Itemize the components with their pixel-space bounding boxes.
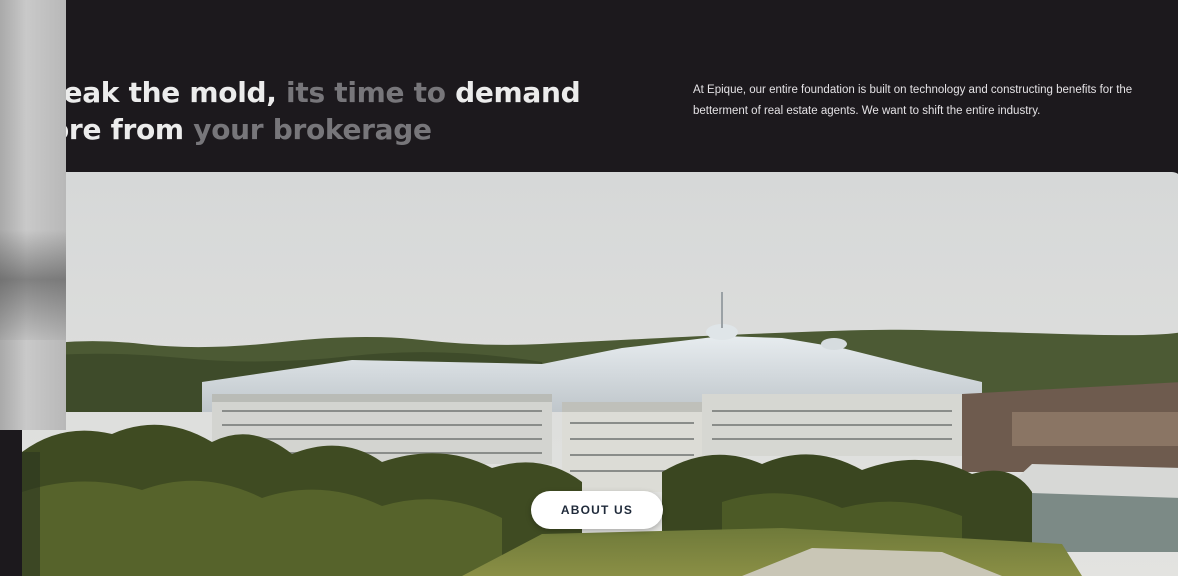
side-overlay-panel	[0, 0, 66, 430]
headline-segment: demand	[455, 76, 581, 109]
hero-headline: reak the mold, its time to demand ore fr…	[50, 74, 581, 148]
headline-segment: your brokerage	[183, 113, 432, 146]
about-us-button[interactable]: ABOUT US	[531, 491, 663, 529]
page: reak the mold, its time to demand ore fr…	[0, 0, 1178, 576]
overlay-shade	[0, 230, 66, 340]
headline-segment: its time to	[276, 76, 456, 109]
headline-line-1: reak the mold, its time to demand	[50, 76, 581, 109]
headline-segment: ore from	[50, 113, 184, 146]
headline-line-2: ore from your brokerage	[50, 113, 432, 146]
intro-paragraph: At Epique, our entire foundation is buil…	[693, 84, 1133, 117]
headline-segment: reak the mold,	[50, 76, 277, 109]
